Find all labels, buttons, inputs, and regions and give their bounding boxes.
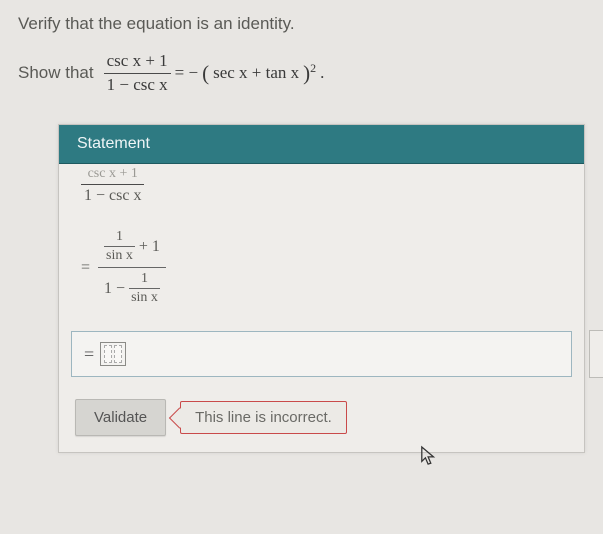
math-input-placeholder[interactable]	[100, 342, 126, 366]
lhs-fraction: csc x + 1 1 − csc x	[104, 52, 171, 94]
step1-numerator: csc x + 1	[85, 166, 141, 183]
equation-period: .	[320, 63, 324, 83]
rhs-base: sec x + tan x	[213, 63, 299, 83]
step2-top-plus-one: + 1	[139, 238, 160, 256]
rhs-open: (	[202, 61, 209, 86]
equals-neg: = −	[175, 63, 198, 83]
statement-header: Statement	[59, 125, 584, 164]
side-panel-edge	[589, 330, 603, 378]
proof-step-1: csc x + 1 1 − csc x	[59, 164, 584, 212]
proof-step-2: = 1 sin x + 1 1 − 1 sin x	[59, 212, 584, 327]
error-message: This line is incorrect.	[180, 401, 347, 434]
lhs-numerator: csc x + 1	[104, 52, 171, 73]
input-slot[interactable]	[114, 345, 122, 363]
step2-complex-fraction: 1 sin x + 1 1 − 1 sin x	[98, 226, 166, 309]
answer-input-row[interactable]: =	[71, 331, 572, 377]
rhs-exponent: 2	[310, 61, 316, 75]
step2-bot-lead: 1 −	[104, 280, 125, 298]
step1-denominator: 1 − csc x	[81, 184, 144, 205]
step2-bot-fraction: 1 sin x	[129, 271, 160, 306]
instruction-text: Verify that the equation is an identity.	[18, 14, 585, 34]
input-slot[interactable]	[104, 345, 112, 363]
step2-top-frac-num: 1	[114, 229, 125, 246]
step2-bot-frac-num: 1	[139, 271, 150, 288]
step2-equals: =	[81, 259, 90, 277]
validate-row: Validate This line is incorrect.	[59, 389, 584, 452]
proof-panel: Statement csc x + 1 1 − csc x = 1 sin x …	[58, 124, 585, 453]
show-that-label: Show that	[18, 63, 94, 83]
lhs-denominator: 1 − csc x	[104, 73, 171, 95]
identity-equation: csc x + 1 1 − csc x = − ( sec x + tan x …	[104, 52, 325, 94]
step2-bot-frac-den: sin x	[129, 288, 160, 306]
validate-button[interactable]: Validate	[75, 399, 166, 436]
show-that-row: Show that csc x + 1 1 − csc x = − ( sec …	[18, 52, 585, 94]
step2-top-fraction: 1 sin x	[104, 229, 135, 264]
input-equals-prefix: =	[84, 344, 94, 365]
step2-top-frac-den: sin x	[104, 246, 135, 264]
